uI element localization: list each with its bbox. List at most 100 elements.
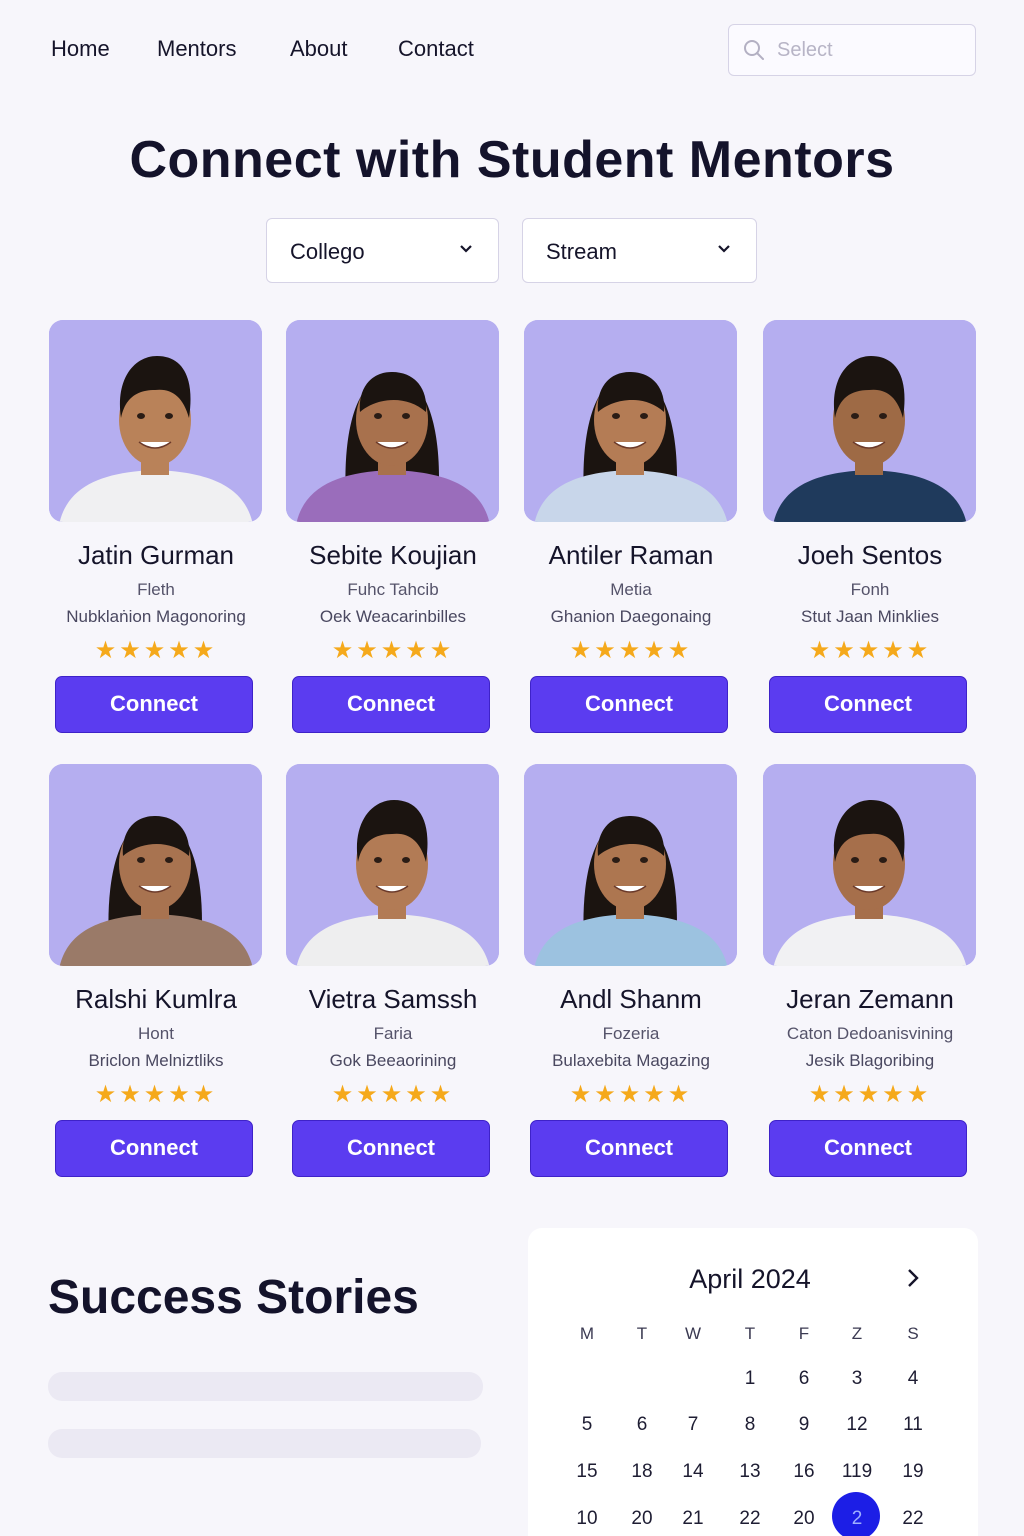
chevron-right-icon[interactable] — [906, 1268, 920, 1288]
mentor-card: Vietra Samssh Faria Gok Beeaorining ★★★★… — [286, 764, 500, 1184]
calendar-day[interactable]: 4 — [887, 1368, 939, 1390]
rating-stars: ★★★★★ — [331, 637, 455, 664]
chevron-down-icon — [718, 245, 730, 253]
college-select-value: Collego — [290, 239, 365, 264]
calendar-day[interactable]: 13 — [724, 1461, 776, 1483]
mentor-card: Andl Shanm Fozeria Bulaxebita Magazing ★… — [524, 764, 738, 1184]
calendar-day[interactable]: 22 — [724, 1508, 776, 1530]
success-stories-title: Success Stories — [48, 1271, 419, 1324]
mentor-college: Fonh — [850, 580, 890, 599]
calendar-day[interactable]: 20 — [778, 1508, 830, 1530]
weekday-label: S — [907, 1324, 919, 1343]
calendar-day[interactable]: 6 — [778, 1368, 830, 1390]
mentor-college: Faria — [373, 1024, 413, 1043]
weekday-label: T — [636, 1324, 648, 1343]
mentor-name: Jatin Gurman — [77, 540, 235, 570]
connect-button[interactable]: Connect — [292, 676, 490, 733]
rating-stars: ★★★★★ — [331, 1081, 455, 1108]
calendar-day[interactable]: 6 — [616, 1414, 668, 1436]
mentor-name: Sebite Koujian — [309, 540, 477, 570]
mentor-name: Ralshi Kumlra — [75, 984, 237, 1014]
mentor-stream: Stut Jaan Minklies — [801, 607, 939, 626]
nav-home-link[interactable]: Home — [51, 36, 110, 62]
calendar-day[interactable]: 119 — [831, 1461, 883, 1483]
story-placeholder-bar — [48, 1429, 481, 1458]
mentor-college: Metia — [610, 580, 652, 599]
mentor-photo — [524, 764, 737, 966]
connect-button[interactable]: Connect — [769, 676, 967, 733]
mentor-photo — [49, 320, 262, 522]
mentor-photo — [49, 764, 262, 966]
page-title: Connect with Student Mentors — [129, 131, 895, 189]
calendar-day[interactable]: 19 — [887, 1461, 939, 1483]
mentor-stream: Nubklaṅion Magonoring — [66, 607, 246, 626]
avatar — [763, 764, 976, 966]
mentor-card: Jeran Zemann Caton Dedoanisvining Jesik … — [763, 764, 977, 1184]
calendar-day[interactable]: 14 — [667, 1461, 719, 1483]
calendar-day[interactable]: 22 — [887, 1508, 939, 1530]
mentor-college: Fuhc Tahcib — [347, 580, 439, 599]
mentor-stream: Jesik Blagoribing — [805, 1051, 935, 1070]
calendar-day[interactable]: 3 — [831, 1368, 883, 1390]
mentor-card: Antiler Raman Metia Ghanion Daegonaing ★… — [524, 320, 738, 740]
mentor-card: Ralshi Kumlra Hont Briclon Melniztliks ★… — [49, 764, 263, 1184]
mentor-stream: Gok Beeaorining — [329, 1051, 457, 1070]
nav-about-link[interactable]: About — [290, 36, 348, 62]
stream-select[interactable]: Stream — [522, 218, 757, 283]
calendar-day[interactable]: 12 — [831, 1414, 883, 1436]
nav-contact-link[interactable]: Contact — [398, 36, 474, 62]
connect-button[interactable]: Connect — [55, 676, 253, 733]
calendar-day[interactable]: 8 — [724, 1414, 776, 1436]
mentor-photo — [286, 764, 499, 966]
mentor-photo — [286, 320, 499, 522]
weekday-label: Z — [851, 1324, 863, 1343]
calendar-day[interactable]: 21 — [667, 1508, 719, 1530]
weekday-label: T — [744, 1324, 756, 1343]
calendar-day[interactable]: 18 — [616, 1461, 668, 1483]
calendar-day[interactable]: 7 — [667, 1414, 719, 1436]
nav-mentors-link[interactable]: Mentors — [157, 36, 236, 62]
story-placeholder-bar — [48, 1372, 483, 1401]
mentor-college: Fozeria — [602, 1024, 660, 1043]
calendar-day[interactable]: 20 — [616, 1508, 668, 1530]
chevron-down-icon — [460, 245, 472, 253]
rating-stars: ★★★★★ — [808, 637, 932, 664]
connect-button[interactable]: Connect — [769, 1120, 967, 1177]
mentor-college: Hont — [138, 1024, 174, 1043]
top-nav: Home Mentors About Contact — [0, 0, 1024, 100]
connect-button[interactable]: Connect — [530, 676, 728, 733]
calendar-day[interactable]: 15 — [561, 1461, 613, 1483]
mentor-photo — [524, 320, 737, 522]
search-box — [728, 24, 976, 76]
search-input[interactable] — [777, 35, 962, 65]
mentor-card: Sebite Koujian Fuhc Tahcib Oek Weacarinb… — [286, 320, 500, 740]
mentor-name: Andl Shanm — [560, 984, 702, 1014]
calendar-day[interactable]: 9 — [778, 1414, 830, 1436]
rating-stars: ★★★★★ — [94, 1081, 218, 1108]
search-icon — [744, 40, 764, 60]
connect-button[interactable]: Connect — [292, 1120, 490, 1177]
calendar-day-selected[interactable]: 2 — [831, 1508, 883, 1530]
connect-button[interactable]: Connect — [530, 1120, 728, 1177]
rating-stars: ★★★★★ — [569, 1081, 693, 1108]
calendar-day[interactable]: 16 — [778, 1461, 830, 1483]
avatar — [49, 320, 262, 522]
mentor-card: Jatin Gurman Fleth Nubklaṅion Magonoring… — [49, 320, 263, 740]
mentor-photo — [763, 764, 976, 966]
avatar — [286, 764, 499, 966]
avatar — [524, 764, 737, 966]
calendar-day[interactable]: 11 — [887, 1414, 939, 1436]
calendar-day[interactable]: 5 — [561, 1414, 613, 1436]
rating-stars: ★★★★★ — [808, 1081, 932, 1108]
weekday-label: F — [798, 1324, 810, 1343]
avatar — [524, 320, 737, 522]
mentor-card: Joeh Sentos Fonh Stut Jaan Minklies ★★★★… — [763, 320, 977, 740]
calendar-day[interactable]: 10 — [561, 1508, 613, 1530]
avatar — [286, 320, 499, 522]
rating-stars: ★★★★★ — [569, 637, 693, 664]
college-select[interactable]: Collego — [266, 218, 499, 283]
mentor-college: Fleth — [137, 580, 175, 599]
connect-button[interactable]: Connect — [55, 1120, 253, 1177]
calendar-day[interactable]: 1 — [724, 1368, 776, 1390]
weekday-label: W — [684, 1324, 702, 1343]
